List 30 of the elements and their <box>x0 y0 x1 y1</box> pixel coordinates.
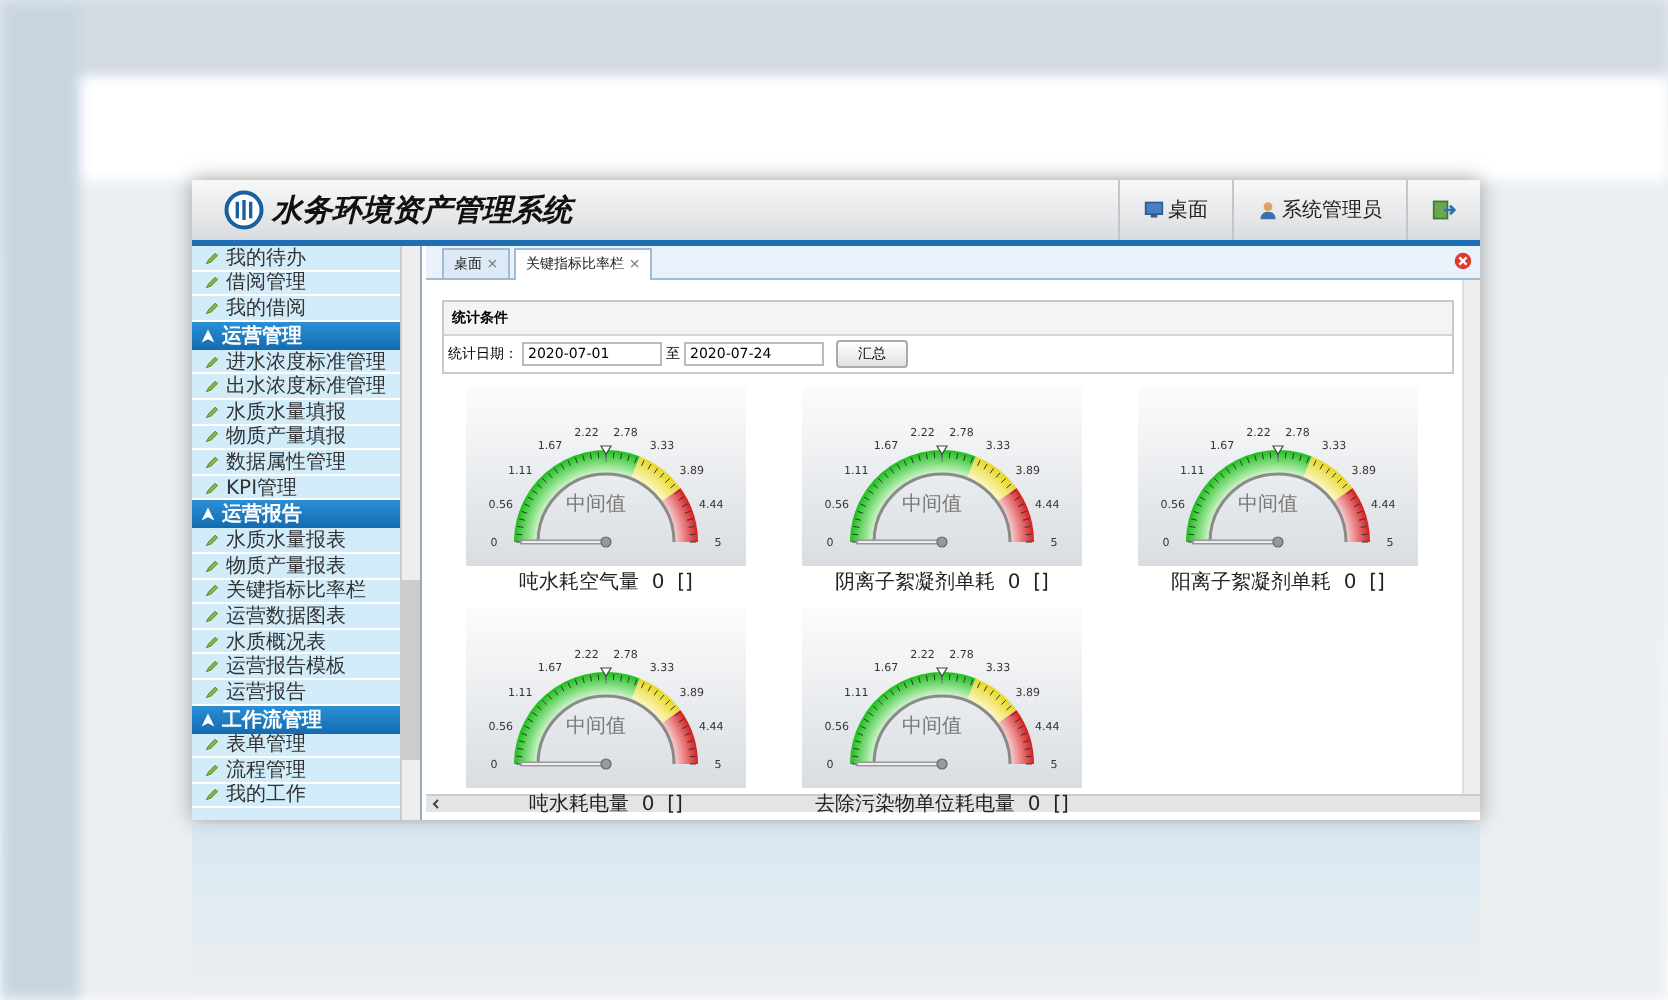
gauge-needle <box>855 536 948 548</box>
content-scrollbar[interactable] <box>1462 280 1480 794</box>
logo-icon <box>224 190 264 230</box>
gauge-center-label: 中间值 <box>902 713 962 740</box>
gauge-center-label: 中间值 <box>566 713 626 740</box>
sidebar-section-header[interactable]: 运营管理 <box>192 321 400 350</box>
gauge-center-label: 中间值 <box>566 491 626 518</box>
user-icon <box>1258 200 1278 220</box>
sidebar-section-header[interactable]: 工作流管理 <box>192 705 400 733</box>
gauge-needle <box>855 758 948 770</box>
app-title: 水务环境资产管理系统 <box>272 191 572 229</box>
gauge-needle <box>519 536 612 548</box>
sidebar-section-header[interactable]: 运营报告 <box>192 500 400 529</box>
gauge-caption: 吨水耗空气量 0 [] <box>519 569 693 596</box>
horizontal-scrollbar[interactable] <box>426 794 1480 812</box>
exit-icon <box>1432 198 1456 222</box>
gauge-center-label: 中间值 <box>1238 491 1298 518</box>
header-button[interactable]: 系统管理员 <box>1232 180 1406 240</box>
gauge-caption: 吨水耗电量 0 [] <box>529 791 683 818</box>
gauge-caption: 阴离子絮凝剂单耗 0 [] <box>835 569 1049 596</box>
sidebar-item[interactable]: 我的待办 <box>192 246 400 272</box>
gauge-caption: 去除污染物单位耗电量 0 [] <box>815 791 1069 818</box>
gauge-needle <box>1191 536 1284 548</box>
gauge-caption: 阳离子絮凝剂单耗 0 [] <box>1171 569 1385 596</box>
header-button[interactable]: 桌面 <box>1118 180 1232 240</box>
monitor-icon <box>1144 200 1164 220</box>
gauge-center-label: 中间值 <box>902 491 962 518</box>
close-icon[interactable] <box>1454 252 1472 270</box>
sidebar-scrollbar[interactable] <box>400 246 420 820</box>
gauge-needle <box>519 758 612 770</box>
